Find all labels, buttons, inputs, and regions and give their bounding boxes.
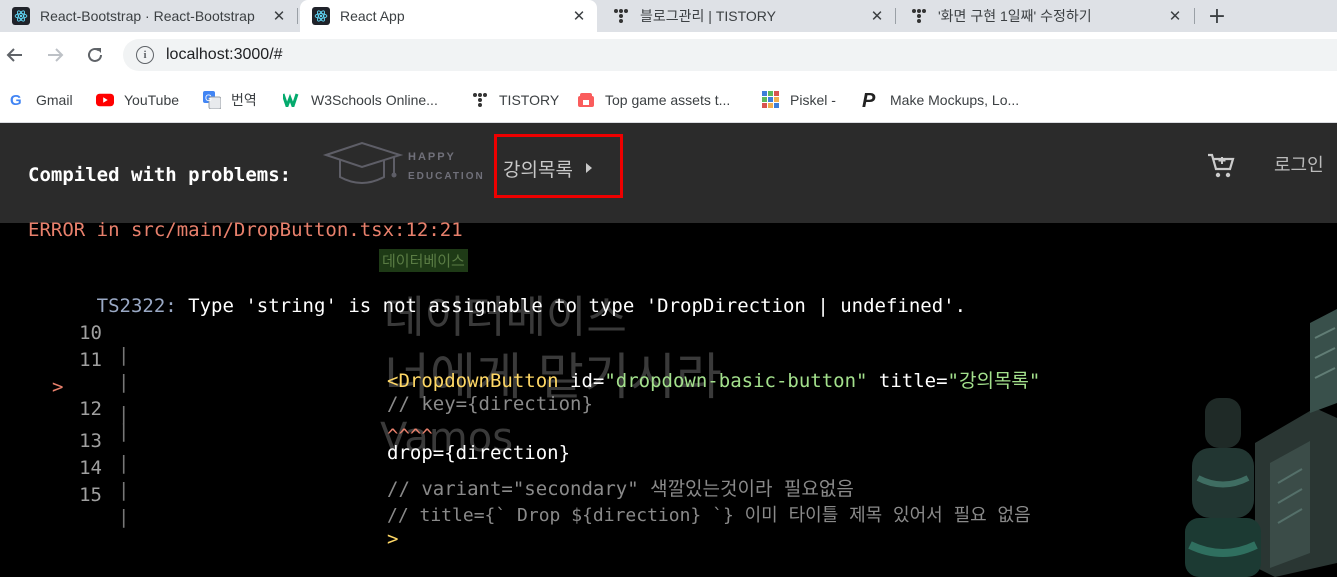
code-line: 15 | > <box>0 462 1337 550</box>
bookmark-tistory[interactable]: TISTORY <box>471 90 559 110</box>
bookmark-piskel[interactable]: Piskel - <box>762 90 836 110</box>
svg-text:G: G <box>10 92 22 108</box>
url-text[interactable]: localhost:3000/# <box>166 46 283 64</box>
bookmark-mockups[interactable]: P Make Mockups, Lo... <box>862 90 1019 110</box>
tab-title: '화면 구현 1일째' 수정하기 <box>938 8 1092 24</box>
logo-text-happy: HAPPY <box>408 151 456 163</box>
youtube-icon <box>96 91 114 109</box>
login-link[interactable]: 로그인 <box>1274 151 1324 177</box>
code-line-highlighted: > 12 | drop={direction} <box>0 354 1337 464</box>
bookmarks-bar: G Gmail YouTube G 번역 W3Schools Online...… <box>0 77 1337 123</box>
game-assets-icon <box>577 91 595 109</box>
overlay-title: Compiled with problems: <box>28 164 292 186</box>
close-icon[interactable]: ✕ <box>867 6 887 26</box>
mockups-icon: P <box>862 90 880 110</box>
piskel-icon <box>762 91 780 109</box>
info-icon[interactable]: i <box>136 46 154 64</box>
tistory-icon <box>471 91 489 109</box>
bookmark-gmail[interactable]: G Gmail <box>8 90 73 110</box>
back-button[interactable] <box>2 42 28 68</box>
tab-separator <box>895 8 896 24</box>
tistory-icon <box>612 7 630 25</box>
tab-title: React-Bootstrap · React-Bootstrap <box>40 8 255 24</box>
error-message: TS2322: Type 'string' is not assignable … <box>28 273 966 317</box>
code-line-carets: | ^^^^ <box>0 381 1337 447</box>
react-icon <box>12 7 30 25</box>
highlight-box <box>494 134 623 198</box>
w3schools-icon <box>283 91 301 109</box>
close-icon[interactable]: ✕ <box>569 6 589 26</box>
line-number: 15 <box>79 484 102 506</box>
bookmark-youtube[interactable]: YouTube <box>96 90 179 110</box>
new-tab-button[interactable]: + <box>1203 2 1231 30</box>
tab-strip: React-Bootstrap · React-Bootstrap ✕ Reac… <box>0 0 1337 32</box>
category-badge[interactable]: 데이터베이스 <box>379 249 468 272</box>
close-icon[interactable]: ✕ <box>269 6 289 26</box>
tistory-icon <box>910 7 928 25</box>
arrow-left-icon <box>6 48 22 62</box>
tab-react-app[interactable]: React App ✕ <box>300 0 597 32</box>
code-text: > <box>387 528 399 550</box>
tab-react-bootstrap[interactable]: React-Bootstrap · React-Bootstrap ✕ <box>0 0 297 32</box>
close-icon[interactable]: ✕ <box>1165 6 1185 26</box>
browser-toolbar: i localhost:3000/# <box>0 32 1337 77</box>
graduation-cap-icon <box>322 141 404 184</box>
error-header: ERROR in src/main/DropButton.tsx:12:21 <box>28 219 463 241</box>
bookmark-w3schools[interactable]: W3Schools Online... <box>283 90 438 110</box>
tab-edit-post[interactable]: '화면 구현 1일째' 수정하기 ✕ <box>898 0 1193 32</box>
arrow-right-icon <box>48 48 64 62</box>
react-icon <box>312 7 330 25</box>
svg-text:G: G <box>205 93 212 103</box>
app-logo[interactable]: HAPPY EDUCATION <box>322 141 492 193</box>
google-icon: G <box>8 91 26 109</box>
tab-blog-manage[interactable]: 블로그관리 | TISTORY ✕ <box>600 0 895 32</box>
code-text: // title={` Drop ${direction} `} 이미 타이틀 … <box>387 505 1031 526</box>
reload-button[interactable] <box>82 42 108 68</box>
gutter-bar: | <box>118 506 130 528</box>
logo-text-education: EDUCATION <box>408 171 485 182</box>
tab-separator <box>1194 8 1195 24</box>
bookmark-translate[interactable]: G 번역 <box>203 90 257 110</box>
cart-icon[interactable] <box>1206 151 1236 181</box>
translate-icon: G <box>203 91 221 109</box>
reload-icon <box>88 47 102 62</box>
page-viewport: HAPPY EDUCATION 강의목록 로그인 데이터베이스 너에게 맡기시라… <box>0 123 1337 577</box>
bookmark-game-assets[interactable]: Top game assets t... <box>577 90 730 110</box>
code-line: 13 | // variant="secondary" 색깔있는것이라 필요없음 <box>0 408 1337 500</box>
tab-title: 블로그관리 | TISTORY <box>640 8 776 24</box>
code-line: 14 | // title={` Drop ${direction} `} 이미… <box>0 435 1337 526</box>
forward-button[interactable] <box>42 42 68 68</box>
code-line: 11 | // key={direction} <box>0 327 1337 415</box>
tab-title: React App <box>340 8 405 24</box>
svg-text:P: P <box>862 90 876 110</box>
tab-separator <box>297 8 298 24</box>
address-bar[interactable]: i localhost:3000/# <box>123 39 1337 71</box>
code-line: 10 | <DropdownButton id="dropdown-basic-… <box>0 300 1337 392</box>
